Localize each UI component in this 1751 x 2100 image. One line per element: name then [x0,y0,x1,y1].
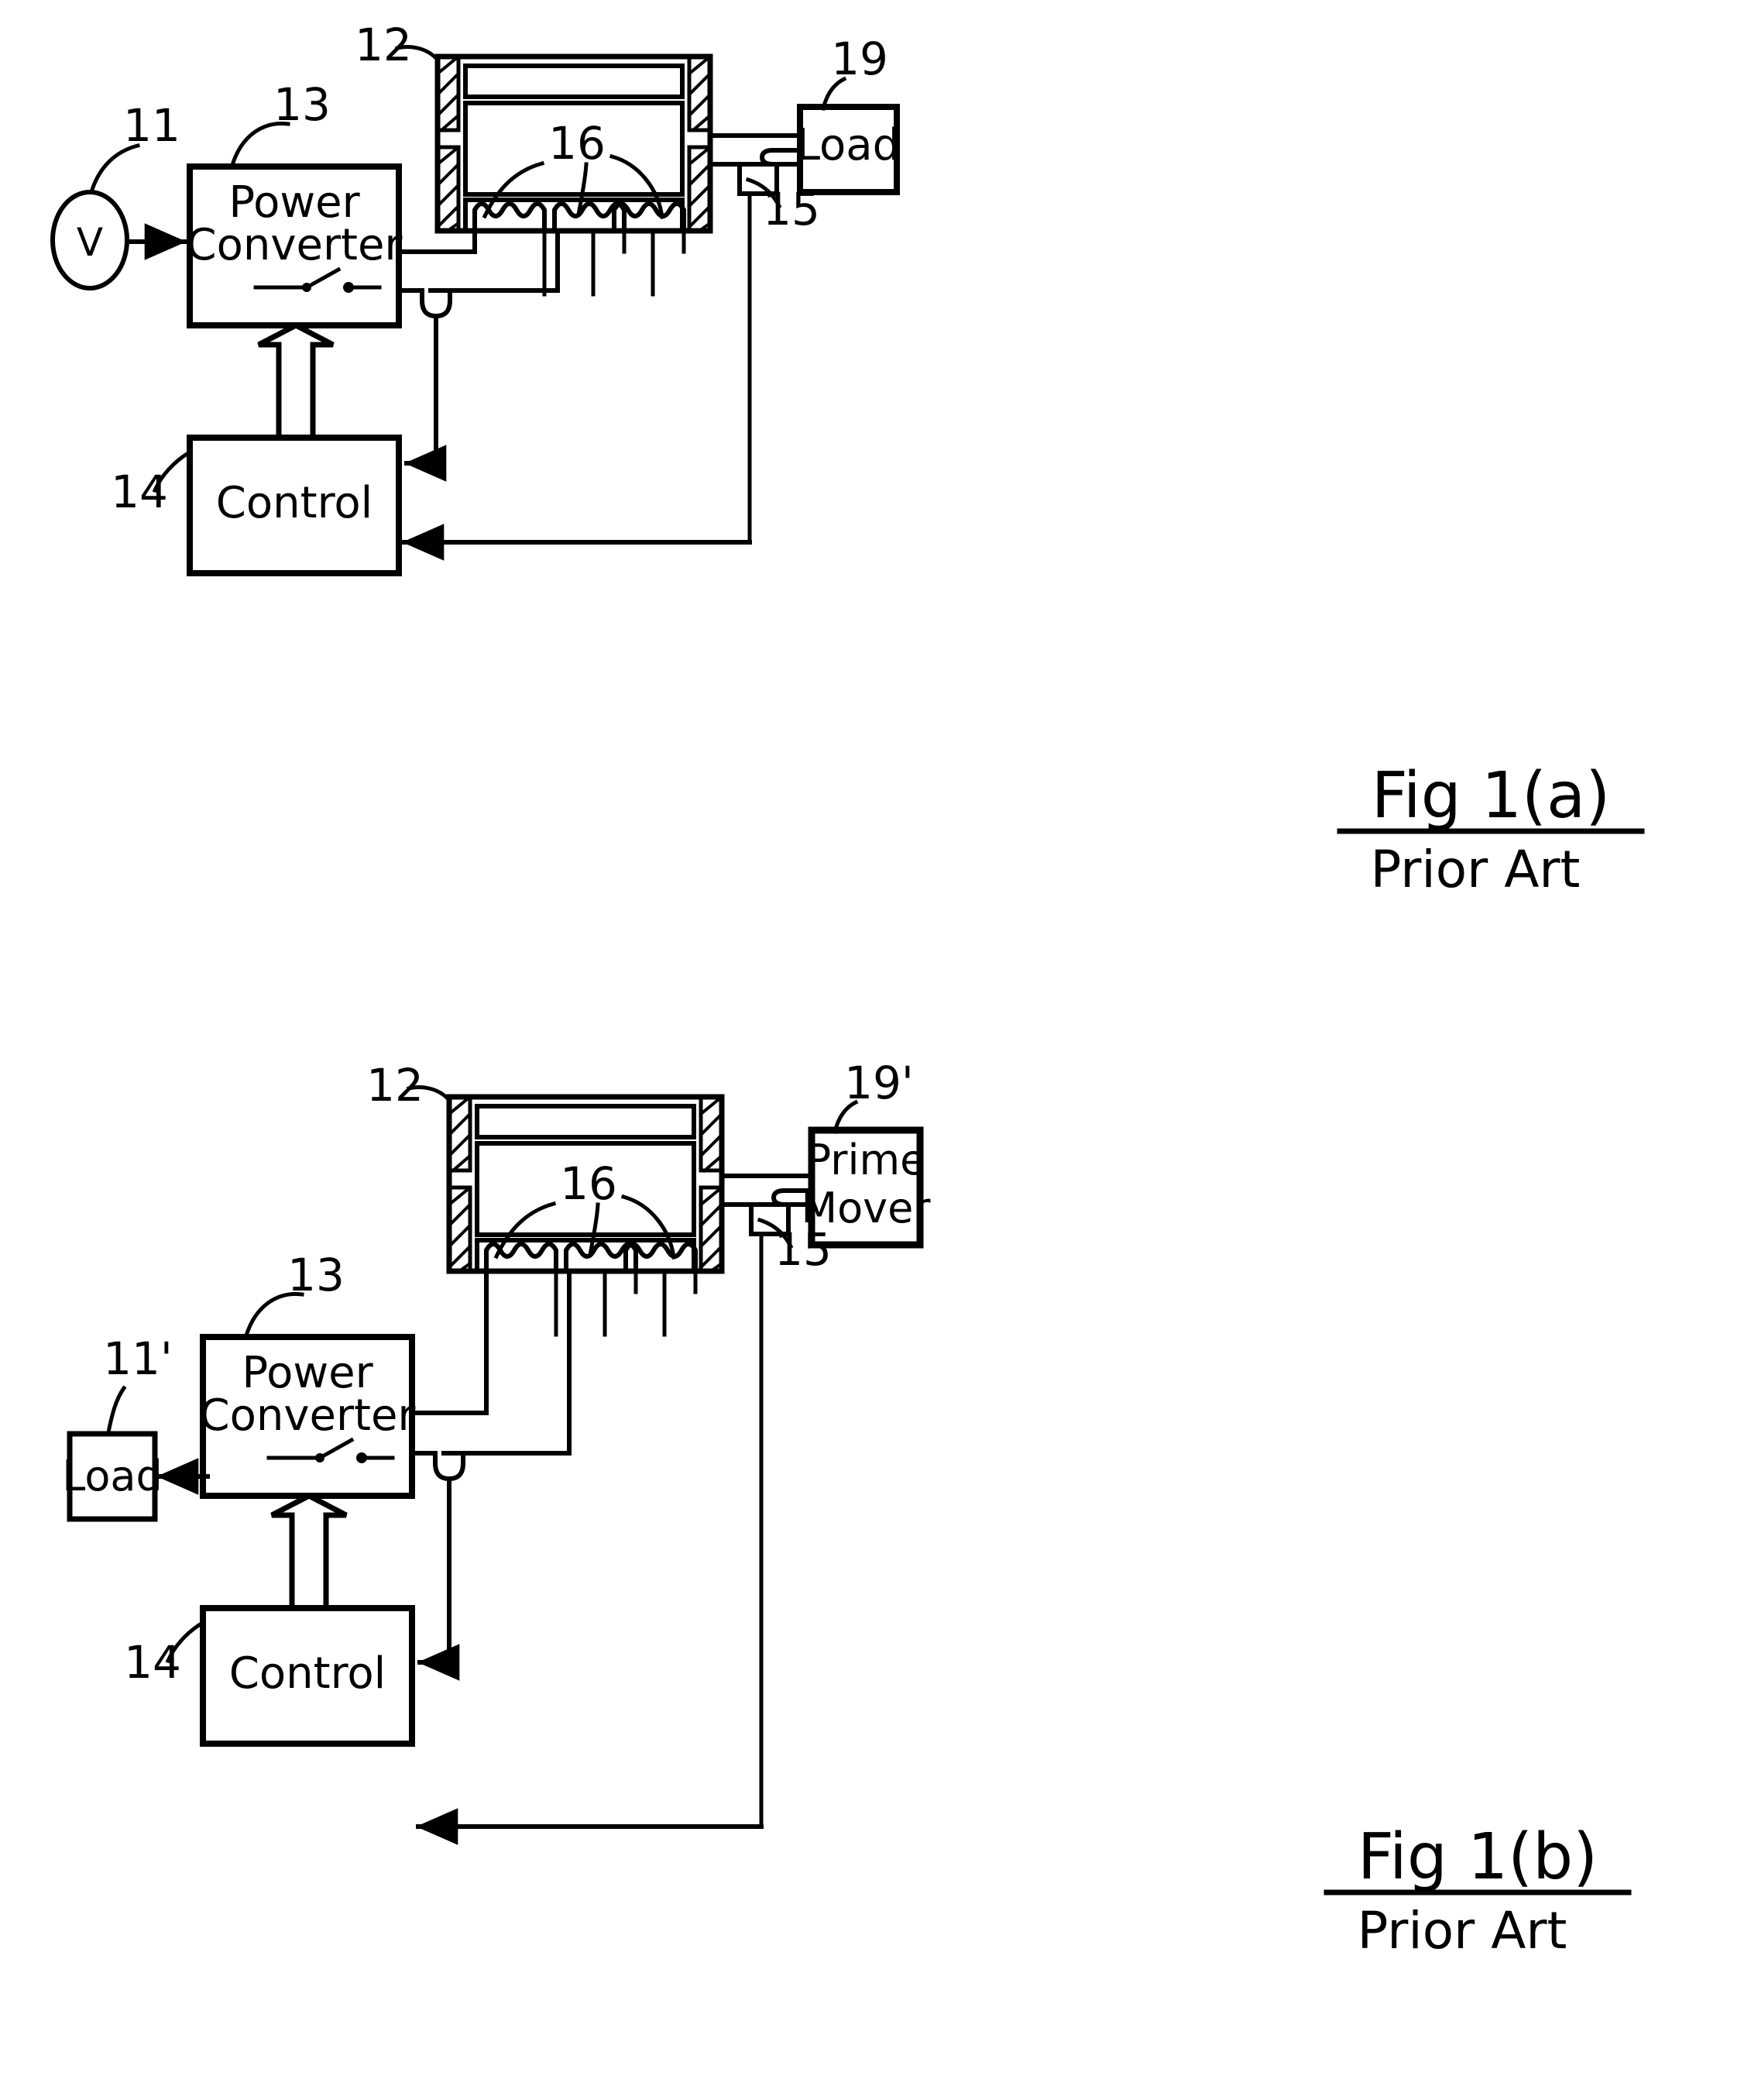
load-label-b: Load [62,1452,163,1500]
power-converter-label-line2-a: Converter [187,220,403,270]
power-converter-label-line2-b: Converter [200,1390,417,1441]
ref-12-a: 12 [355,19,412,71]
ref-19-prime-b: 19' [844,1057,914,1109]
figure-caption-b: Fig 1(b) [1358,1820,1598,1894]
switch-symbol-a [253,266,382,293]
ref-16-a: 16 [548,117,606,170]
ref-12-b: 12 [366,1059,424,1112]
ref-19-a: 19 [831,33,888,85]
control-label-b: Control [229,1648,386,1699]
motor-shaft-a [708,133,802,167]
ref-13-b: 13 [287,1249,345,1301]
switch-symbol-b [266,1437,395,1463]
converter-to-machine-wires-b [410,1269,572,1482]
load-label-a: Load [796,120,900,170]
voltage-source-label: V [77,220,103,265]
ref-13-a: 13 [273,78,331,131]
motor-shaft-b [719,1174,814,1207]
ref-11-prime-b: 11' [103,1332,173,1385]
block-arrow-control-to-converter-b [270,1493,348,1611]
control-label-a: Control [216,478,373,528]
ref-11: 11 [123,99,180,152]
prime-mover-label-line1-b: Prime [806,1136,926,1184]
prime-mover-label-line2-b: Mover [801,1184,931,1232]
figure-subcaption-a: Prior Art [1371,840,1581,899]
figure-caption-a: Fig 1(a) [1372,759,1611,833]
ref-15-a: 15 [763,183,820,235]
patent-figure-page: V 11 Power Converter 13 Control 14 12 16… [0,0,1751,2100]
leader-11 [88,143,141,195]
block-arrow-control-to-converter-a [257,322,335,441]
ref-14-b: 14 [124,1636,181,1689]
ref-16-b: 16 [560,1157,617,1210]
ref-14-a: 14 [111,466,168,518]
patent-drawing-svg: V 11 Power Converter 13 Control 14 12 16… [50,19,1645,1961]
figure-subcaption-b: Prior Art [1358,1901,1567,1961]
converter-to-machine-wires-a [397,229,560,319]
